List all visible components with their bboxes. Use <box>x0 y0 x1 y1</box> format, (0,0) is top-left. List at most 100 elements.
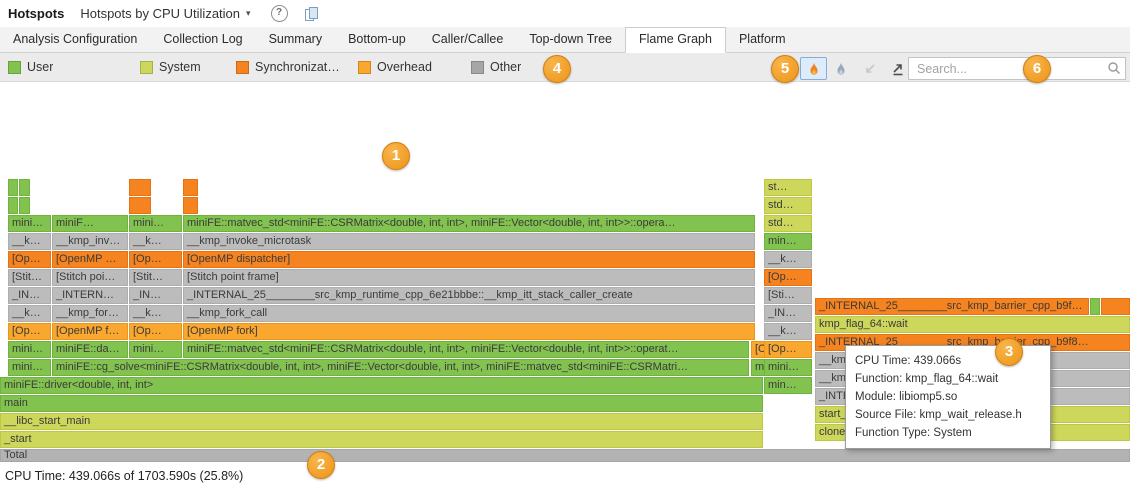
flame-bar[interactable]: _IN… <box>764 305 812 322</box>
flame-bar[interactable]: mini… <box>8 215 51 232</box>
flame-bar[interactable]: [Stit… <box>129 269 182 286</box>
search-box <box>908 57 1126 80</box>
view-selector[interactable]: Hotspots by CPU Utilization ▾ <box>80 6 250 21</box>
flame-bar[interactable]: _INTERNAL_25________src_kmp_barrier_cpp_… <box>815 298 1089 315</box>
flame-bar[interactable]: [OpenMP f… <box>52 323 128 340</box>
flame-block[interactable] <box>183 179 198 196</box>
tab-bottom-up[interactable]: Bottom-up <box>335 27 419 52</box>
flame-bar[interactable]: Total <box>0 449 1130 462</box>
flame-bar[interactable]: [OpenMP dispatcher] <box>183 251 755 268</box>
flame-bar[interactable]: miniFE::da… <box>52 341 128 358</box>
flame-bar[interactable]: _IN… <box>129 287 182 304</box>
legend-swatch <box>8 61 21 74</box>
tab-platform[interactable]: Platform <box>726 27 799 52</box>
flame-bar[interactable]: [OpenMP fork] <box>183 323 755 340</box>
tab-collection-log[interactable]: Collection Log <box>150 27 255 52</box>
flame-view-button[interactable] <box>800 57 827 80</box>
callout-4: 4 <box>543 55 571 83</box>
view-selector-label: Hotspots by CPU Utilization <box>80 6 240 21</box>
flame-bar[interactable]: __kmp_inv… <box>52 233 128 250</box>
chevron-down-icon: ▾ <box>246 8 251 19</box>
callout-3: 3 <box>995 338 1023 366</box>
tooltip-line: Function: kmp_flag_64::wait <box>855 370 1041 388</box>
flame-bar[interactable]: [Op… <box>129 251 182 268</box>
flame-bar[interactable]: mini… <box>764 359 812 376</box>
help-icon[interactable]: ? <box>271 5 288 22</box>
search-input[interactable] <box>908 57 1126 80</box>
flame-bar[interactable]: [Op… <box>129 323 182 340</box>
flame-bar[interactable]: std… <box>764 197 812 214</box>
tab-analysis-configuration[interactable]: Analysis Configuration <box>0 27 150 52</box>
flame-bar[interactable]: [OpenMP … <box>52 251 128 268</box>
flame-bar[interactable]: [Stit… <box>8 269 51 286</box>
flame-bar[interactable]: [Stitch poi… <box>52 269 128 286</box>
legend-swatch <box>358 61 371 74</box>
legend-item-other: Other <box>471 60 521 74</box>
copy-icon-glyph <box>304 6 319 22</box>
callout-2: 2 <box>307 451 335 479</box>
flame-bar[interactable]: [Op… <box>8 251 51 268</box>
icicle-flame-icon <box>834 62 848 76</box>
arrow-back-button[interactable] <box>856 57 883 80</box>
tab-caller-callee[interactable]: Caller/Callee <box>419 27 517 52</box>
flame-bar[interactable]: mini… <box>129 215 182 232</box>
flame-bar[interactable]: [Op… <box>8 323 51 340</box>
search-icon <box>1107 61 1121 80</box>
tooltip-body: CPU Time: 439.066sFunction: kmp_flag_64:… <box>855 352 1041 442</box>
callout-6: 6 <box>1023 55 1051 83</box>
icicle-view-button[interactable] <box>827 57 854 80</box>
legend-label: Other <box>490 60 521 74</box>
flame-bar[interactable]: [Op… <box>764 269 812 286</box>
flame-bar[interactable]: miniFE::cg_solve<miniFE::CSRMatrix<doubl… <box>52 359 749 376</box>
flame-bar[interactable]: min… <box>764 233 812 250</box>
tab-summary[interactable]: Summary <box>256 27 335 52</box>
arrow-forward-button[interactable] <box>884 57 911 80</box>
flame-bar[interactable]: miniFE::matvec_std<miniFE::CSRMatrix<dou… <box>183 341 749 358</box>
tab-flame-graph[interactable]: Flame Graph <box>625 27 726 53</box>
flame-bar[interactable]: [Sti… <box>764 287 812 304</box>
flame-bar[interactable]: __k… <box>129 305 182 322</box>
flame-bar[interactable]: [Op… <box>764 341 812 358</box>
flame-block[interactable] <box>8 179 18 196</box>
flame-block[interactable] <box>19 197 30 214</box>
flame-block[interactable] <box>183 197 198 214</box>
flame-bar[interactable]: mini… <box>8 341 51 358</box>
flame-bar[interactable]: mini… <box>129 341 182 358</box>
flame-bar[interactable]: kmp_flag_64::wait <box>815 316 1130 333</box>
flame-bar[interactable]: st… <box>764 179 812 196</box>
flame-block[interactable] <box>1101 298 1130 315</box>
flame-block[interactable] <box>129 179 151 196</box>
flame-icon <box>807 62 821 76</box>
flame-bar[interactable]: __kmp_for… <box>52 305 128 322</box>
flame-bar[interactable]: __kmp_invoke_microtask <box>183 233 755 250</box>
flame-block[interactable] <box>8 197 18 214</box>
legend-swatch <box>471 61 484 74</box>
legend-label: User <box>27 60 53 74</box>
flame-bar[interactable]: __k… <box>8 233 51 250</box>
flame-bar[interactable]: mini… <box>8 359 51 376</box>
flame-bar[interactable]: miniFE::matvec_std<miniFE::CSRMatrix<dou… <box>183 215 755 232</box>
flame-block[interactable] <box>1090 298 1100 315</box>
flame-bar[interactable]: __k… <box>764 323 812 340</box>
flame-bar[interactable]: _INTERN… <box>52 287 128 304</box>
flame-bar[interactable]: _start <box>0 431 763 448</box>
flame-bar[interactable]: _INTERNAL_25________src_kmp_runtime_cpp_… <box>183 287 755 304</box>
flame-bar[interactable]: [Stitch point frame] <box>183 269 755 286</box>
flame-bar[interactable]: miniF… <box>52 215 128 232</box>
copy-icon[interactable] <box>304 6 319 22</box>
tab-top-down-tree[interactable]: Top-down Tree <box>516 27 625 52</box>
flame-block[interactable] <box>129 197 151 214</box>
flame-bar[interactable]: __k… <box>129 233 182 250</box>
flame-bar[interactable]: __k… <box>8 305 51 322</box>
flame-bar[interactable]: __kmp_fork_call <box>183 305 755 322</box>
flame-bar[interactable]: __k… <box>764 251 812 268</box>
flame-bar[interactable]: _IN… <box>8 287 51 304</box>
arrow-down-left-icon <box>863 62 877 76</box>
flame-bar[interactable]: std… <box>764 215 812 232</box>
flame-block[interactable] <box>19 179 30 196</box>
flame-bar[interactable]: min… <box>764 377 812 394</box>
flame-bar[interactable]: miniFE::driver<double, int, int> <box>0 377 763 394</box>
flame-bar[interactable]: __libc_start_main <box>0 413 763 430</box>
flame-bar[interactable]: main <box>0 395 763 412</box>
callout-5: 5 <box>771 55 799 83</box>
